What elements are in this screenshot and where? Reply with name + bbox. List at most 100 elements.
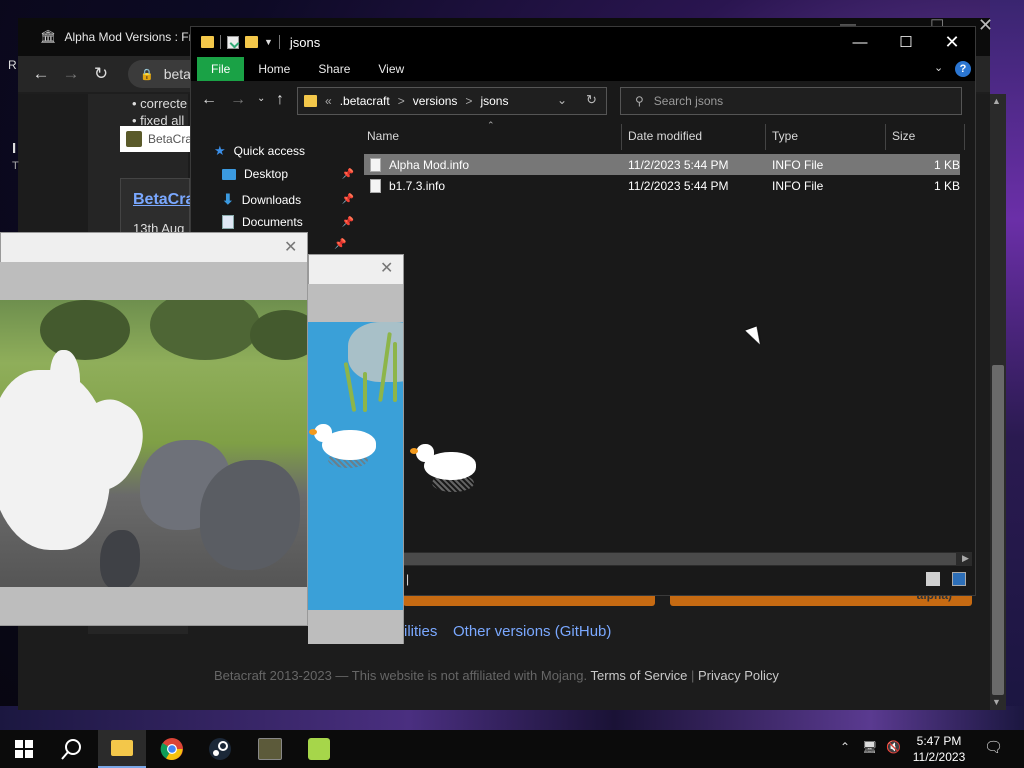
column-header-size[interactable]: Size (892, 129, 915, 143)
goose-sprite[interactable] (410, 440, 480, 494)
pin-icon: 📌 (341, 216, 354, 228)
goose-video-image (0, 300, 307, 587)
file-row[interactable]: b1.7.3.info 11/2/2023 5:44 PM INFO File … (364, 175, 960, 196)
column-header-date-modified[interactable]: Date modified (628, 129, 702, 143)
nav-item-desktop[interactable]: Desktop 📌 (222, 167, 356, 181)
explorer-back-icon[interactable]: ← (201, 91, 217, 109)
page-footer: Betacraft 2013-2023 — This website is no… (214, 668, 779, 683)
nav-item-quick-access[interactable]: ★ Quick access (214, 143, 348, 159)
file-size: 1 KB (934, 157, 961, 172)
betacraft-icon[interactable] (246, 730, 294, 768)
sort-ascending-icon: ⌃ (487, 120, 495, 130)
steam-icon[interactable] (196, 730, 244, 768)
file-type: INFO File (772, 178, 824, 193)
explorer-minimize-button[interactable]: — (837, 27, 883, 57)
explorer-titlebar: ▼ jsons — ☐ ✕ (191, 27, 975, 57)
details-view-icon[interactable] (926, 572, 940, 586)
file-date: 11/2/2023 5:44 PM (628, 178, 729, 193)
pin-icon: 📌 (334, 239, 347, 250)
explorer-status-bar: | (404, 568, 974, 590)
explorer-title: jsons (289, 34, 321, 50)
browser-close-button[interactable]: ✕ (978, 15, 993, 36)
column-header-type[interactable]: Type (772, 129, 798, 143)
video-window-bar (0, 262, 307, 300)
file-row[interactable]: Alpha Mod.info 11/2/2023 5:44 PM INFO Fi… (364, 154, 960, 175)
ribbon-expand-chevron-icon[interactable]: ⌄ (934, 61, 943, 74)
ribbon-tab-file[interactable]: File (197, 57, 245, 81)
quick-access-toolbar: ▼ (191, 35, 280, 49)
browser-scrollbar-thumb[interactable] (992, 365, 1004, 695)
browser-tab-title: Alpha Mod Versions : Fr (64, 30, 193, 44)
address-dropdown-icon[interactable]: ⌄ (557, 93, 567, 107)
other-versions-link[interactable]: Other versions (GitHub) (453, 623, 611, 640)
scroll-down-arrow-icon[interactable]: ▼ (992, 697, 1001, 707)
terms-of-service-link[interactable]: Terms of Service (591, 668, 688, 683)
goose-app-icon[interactable] (295, 730, 343, 768)
ribbon-tab-share[interactable]: Share (304, 57, 364, 81)
network-icon[interactable]: 🖥 (862, 740, 877, 754)
file-explorer-icon[interactable] (98, 730, 146, 768)
lock-icon: 🔒 (140, 68, 154, 81)
search-icon: ⚲ (635, 94, 644, 108)
scroll-right-arrow-icon[interactable]: ▶ (962, 553, 969, 564)
folder-icon[interactable] (201, 36, 214, 48)
breadcrumb-jsons[interactable]: jsons (480, 94, 508, 108)
show-hidden-icons-icon[interactable]: ⌃ (840, 740, 850, 754)
news-card-link[interactable]: BetaCra (133, 191, 194, 209)
nav-item-documents[interactable]: Documents 📌 (222, 215, 356, 229)
betacraft-logo-icon (126, 131, 142, 147)
explorer-horizontal-scrollbar-thumb[interactable] (404, 553, 956, 565)
chevron-down-icon[interactable]: ▼ (264, 37, 273, 47)
search-icon[interactable] (48, 730, 96, 768)
download-icon: ⬇ (222, 191, 234, 207)
file-type: INFO File (772, 157, 824, 172)
breadcrumb-versions[interactable]: versions (413, 94, 458, 108)
utilities-link[interactable]: ilities (404, 623, 437, 640)
new-folder-icon[interactable] (245, 36, 258, 48)
explorer-maximize-button[interactable]: ☐ (883, 27, 929, 57)
video-window-footer (308, 610, 403, 644)
notification-icon[interactable]: 🗨 (984, 738, 1003, 756)
up-folder-icon[interactable]: ↑ (276, 91, 284, 109)
close-icon[interactable]: ✕ (284, 237, 297, 257)
windows-start-icon[interactable] (0, 730, 48, 768)
status-text: | (406, 572, 410, 586)
large-icons-view-icon[interactable] (952, 572, 966, 586)
star-icon: ★ (214, 143, 226, 158)
file-icon (370, 157, 381, 172)
recent-locations-chevron-icon[interactable]: ⌄ (257, 93, 265, 104)
column-header-name[interactable]: Name (367, 129, 399, 143)
goose-sprite[interactable] (308, 420, 378, 470)
close-icon[interactable]: ✕ (380, 258, 393, 278)
forward-arrow-icon[interactable]: → (56, 64, 86, 84)
pin-icon: 📌 (341, 194, 354, 205)
page-icon: 🏛 (40, 29, 57, 44)
explorer-close-button[interactable]: ✕ (929, 27, 975, 57)
privacy-policy-link[interactable]: Privacy Policy (698, 668, 779, 683)
ribbon-tab-home[interactable]: Home (244, 57, 304, 81)
documents-icon (222, 215, 234, 229)
chrome-icon[interactable] (148, 730, 196, 768)
file-name: b1.7.3.info (389, 178, 446, 193)
file-size: 1 KB (934, 178, 961, 193)
explorer-search-input[interactable]: ⚲ Search jsons (620, 87, 962, 115)
scroll-up-arrow-icon[interactable]: ▲ (992, 96, 1001, 106)
refresh-icon[interactable]: ↻ (586, 92, 597, 108)
nav-item-downloads[interactable]: ⬇ Downloads 📌 (222, 191, 356, 208)
file-icon (370, 178, 381, 193)
breadcrumb-betacraft[interactable]: .betacraft (340, 94, 390, 108)
ribbon-tab-view[interactable]: View (364, 57, 418, 81)
explorer-ribbon: File Home Share View (191, 57, 975, 81)
file-name: Alpha Mod.info (389, 157, 470, 172)
video-window-bar (308, 284, 403, 322)
reload-icon[interactable]: ↻ (86, 64, 116, 84)
help-icon[interactable]: ? (955, 61, 971, 77)
system-clock[interactable]: 5:47 PM 11/2/2023 (908, 733, 970, 765)
volume-muted-icon[interactable]: 🔇 (886, 740, 901, 754)
explorer-forward-icon[interactable]: → (230, 91, 246, 109)
browser-tab[interactable]: 🏛 Alpha Mod Versions : Fr (30, 22, 210, 52)
desktop-icon (222, 168, 236, 180)
back-arrow-icon[interactable]: ← (26, 64, 56, 84)
folder-icon (304, 95, 317, 107)
properties-icon[interactable] (227, 35, 239, 49)
